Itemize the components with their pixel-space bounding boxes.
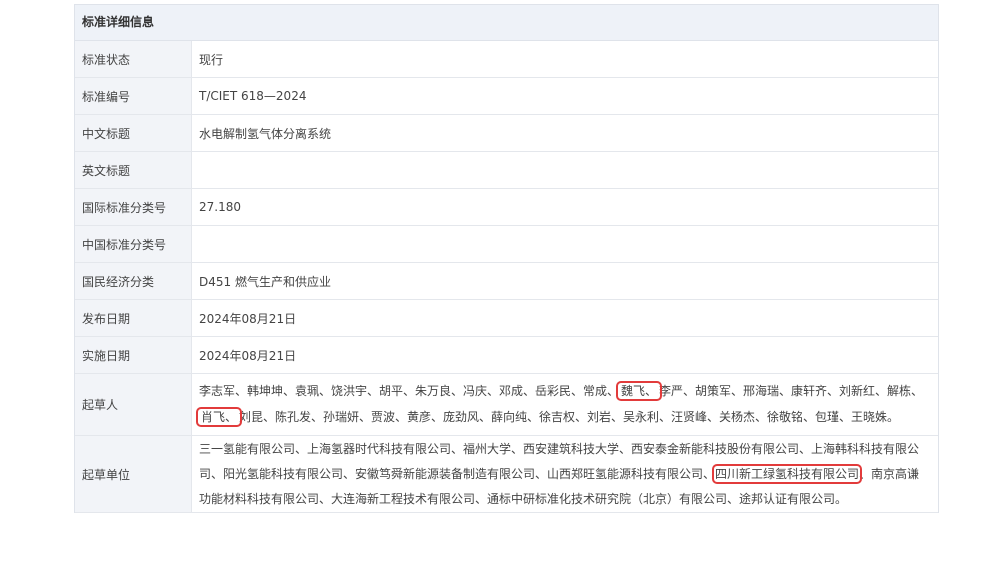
drafters-text-2: 李严、胡策军、邢海瑞、康轩齐、刘新红、解栋、 — [659, 384, 924, 398]
row-chinese-title: 中文标题 水电解制氢气体分离系统 — [75, 114, 938, 152]
row-ccs: 中国标准分类号 — [75, 225, 938, 263]
row-label: 起草人 — [75, 373, 192, 436]
drafters-text-3: 刘昆、陈孔发、孙瑞妍、贾波、黄彦、庞劲风、薛向纯、徐吉权、刘岩、吴永利、汪贤峰、… — [239, 410, 900, 424]
row-label: 标准状态 — [75, 41, 192, 78]
row-drafting-units: 起草单位 三一氢能有限公司、上海氢器时代科技有限公司、福州大学、西安建筑科技大学… — [75, 435, 938, 513]
row-standard-number: 标准编号 T/CIET 618—2024 — [75, 77, 938, 115]
units-list: 三一氢能有限公司、上海氢器时代科技有限公司、福州大学、西安建筑科技大学、西安泰金… — [191, 435, 938, 513]
highlighted-drafter: 肖飞、 — [195, 407, 243, 427]
row-value: 27.180 — [191, 188, 938, 226]
row-value: T/CIET 618—2024 — [191, 77, 938, 115]
row-value: 2024年08月21日 — [191, 336, 938, 374]
row-status: 标准状态 现行 — [75, 41, 938, 78]
row-publish-date: 发布日期 2024年08月21日 — [75, 299, 938, 337]
detail-table: 标准状态 现行 标准编号 T/CIET 618—2024 中文标题 水电解制氢气… — [75, 41, 938, 513]
drafters-text-1: 李志军、韩坤坤、袁珮、饶洪宇、胡平、朱万良、冯庆、邓成、岳彩民、常成、 — [199, 384, 620, 398]
row-label: 发布日期 — [75, 299, 192, 337]
row-economic-class: 国民经济分类 D451 燃气生产和供应业 — [75, 262, 938, 300]
section-title: 标准详细信息 — [75, 5, 938, 41]
highlighted-drafter: 魏飞、 — [616, 381, 663, 401]
row-effective-date: 实施日期 2024年08月21日 — [75, 336, 938, 374]
row-label: 实施日期 — [75, 336, 192, 374]
row-value: 水电解制氢气体分离系统 — [191, 114, 938, 152]
row-label: 标准编号 — [75, 77, 192, 115]
row-label: 起草单位 — [75, 435, 192, 513]
highlighted-unit: 四川新工绿氢科技有限公司 — [712, 464, 863, 484]
row-value: 2024年08月21日 — [191, 299, 938, 337]
row-value: 现行 — [191, 41, 938, 78]
row-label: 中国标准分类号 — [75, 225, 192, 263]
row-english-title: 英文标题 — [75, 151, 938, 189]
row-label: 中文标题 — [75, 114, 192, 152]
row-value: D451 燃气生产和供应业 — [191, 262, 938, 300]
row-drafters: 起草人 李志军、韩坤坤、袁珮、饶洪宇、胡平、朱万良、冯庆、邓成、岳彩民、常成、魏… — [75, 373, 938, 436]
row-label: 国民经济分类 — [75, 262, 192, 300]
row-ics: 国际标准分类号 27.180 — [75, 188, 938, 226]
drafters-list: 李志军、韩坤坤、袁珮、饶洪宇、胡平、朱万良、冯庆、邓成、岳彩民、常成、 魏飞、 李严… — [191, 373, 938, 436]
standard-detail-panel: 标准详细信息 标准状态 现行 标准编号 T/CIET 618—2024 中文标题… — [74, 4, 939, 513]
row-value — [191, 151, 938, 189]
row-label: 国际标准分类号 — [75, 188, 192, 226]
row-value — [191, 225, 938, 263]
row-label: 英文标题 — [75, 151, 192, 189]
